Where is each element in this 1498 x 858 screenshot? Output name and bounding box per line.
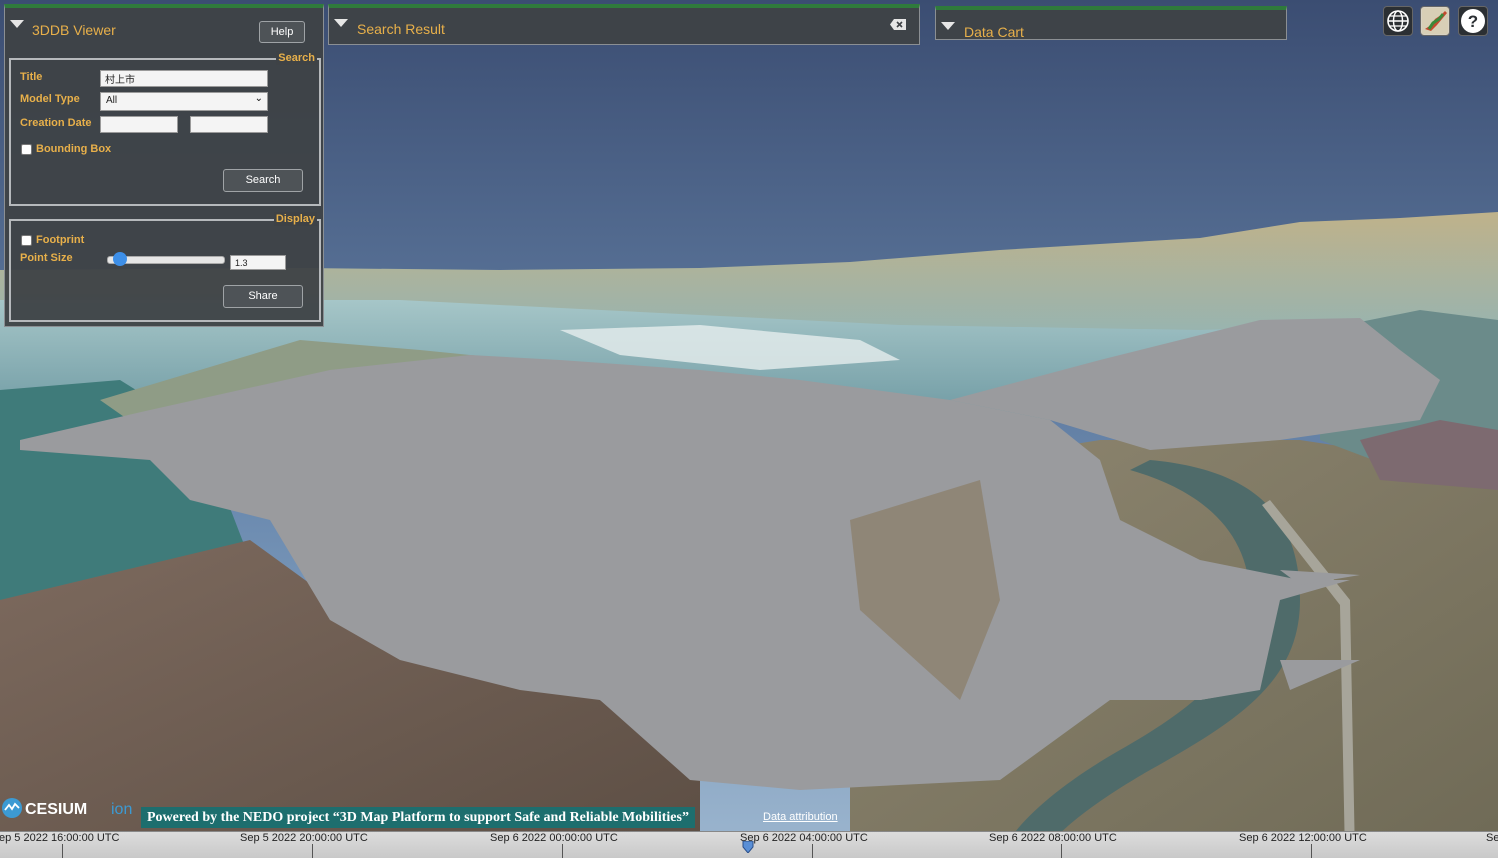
model-type-label: Model Type [20,93,80,105]
globe-button[interactable] [1383,6,1413,36]
viewer-title: 3DDB Viewer [32,22,116,38]
search-result-panel: Search Result [328,4,920,45]
search-legend: Search [276,51,317,65]
viewer-panel: 3DDB Viewer Help Search Title Model Type… [4,4,324,327]
date-to-input[interactable] [190,116,268,133]
model-type-select[interactable]: All ⌄ [100,92,268,111]
timeline-label: Sep 6 2022 12:00:00 UTC [1239,832,1367,844]
chevron-down-icon: ⌄ [254,93,263,104]
svg-text:CESIUM: CESIUM [25,801,87,818]
nedo-credit-banner: Powered by the NEDO project “3D Map Plat… [141,807,695,828]
point-size-input[interactable] [230,255,286,270]
timeline[interactable]: ep 5 2022 16:00:00 UTC Sep 5 2022 20:00:… [0,831,1498,858]
map-layer-icon [1422,8,1448,34]
timeline-label: Sep 6 2022 00:00:00 UTC [490,832,618,844]
clear-icon[interactable] [890,19,906,30]
date-from-input[interactable] [100,116,178,133]
globe-icon [1387,10,1409,32]
data-cart-title: Data Cart [964,24,1024,40]
share-button[interactable]: Share [223,285,303,308]
help-icon: ? [1461,9,1485,33]
timeline-label: Sep 6 2022 04:00:00 UTC [740,832,868,844]
collapse-triangle-icon[interactable] [334,19,348,27]
timeline-needle-icon[interactable] [742,841,754,853]
svg-text:?: ? [1468,12,1478,31]
title-label: Title [20,71,43,83]
timeline-label: Sep 5 2022 20:00:00 UTC [240,832,368,844]
footprint-checkbox[interactable] [21,235,32,246]
cesium-logo[interactable]: CESIUM ion [1,796,137,820]
creation-date-label: Creation Date [20,117,92,129]
slider-thumb[interactable] [113,252,128,266]
point-size-slider[interactable] [107,252,225,266]
bounding-box-checkbox[interactable] [21,144,32,155]
base-layer-button[interactable] [1420,6,1450,36]
collapse-triangle-icon[interactable] [941,22,955,30]
footprint-label: Footprint [36,234,85,246]
collapse-triangle-icon[interactable] [10,20,24,28]
title-input[interactable] [100,70,268,87]
bounding-box-label: Bounding Box [36,143,112,155]
data-attribution-link[interactable]: Data attribution [763,811,838,823]
search-button[interactable]: Search [223,169,303,192]
help-navigation-button[interactable]: ? [1458,6,1488,36]
search-result-title: Search Result [357,21,445,37]
timeline-label: ep 5 2022 16:00:00 UTC [0,832,120,844]
model-type-value: All [106,95,118,106]
timeline-label: Se [1486,832,1498,844]
timeline-label: Sep 6 2022 08:00:00 UTC [989,832,1117,844]
help-button[interactable]: Help [259,21,305,43]
svg-text:ion: ion [111,801,132,818]
point-size-label: Point Size [20,252,73,264]
display-legend: Display [273,212,317,226]
data-cart-panel: Data Cart [935,6,1287,40]
